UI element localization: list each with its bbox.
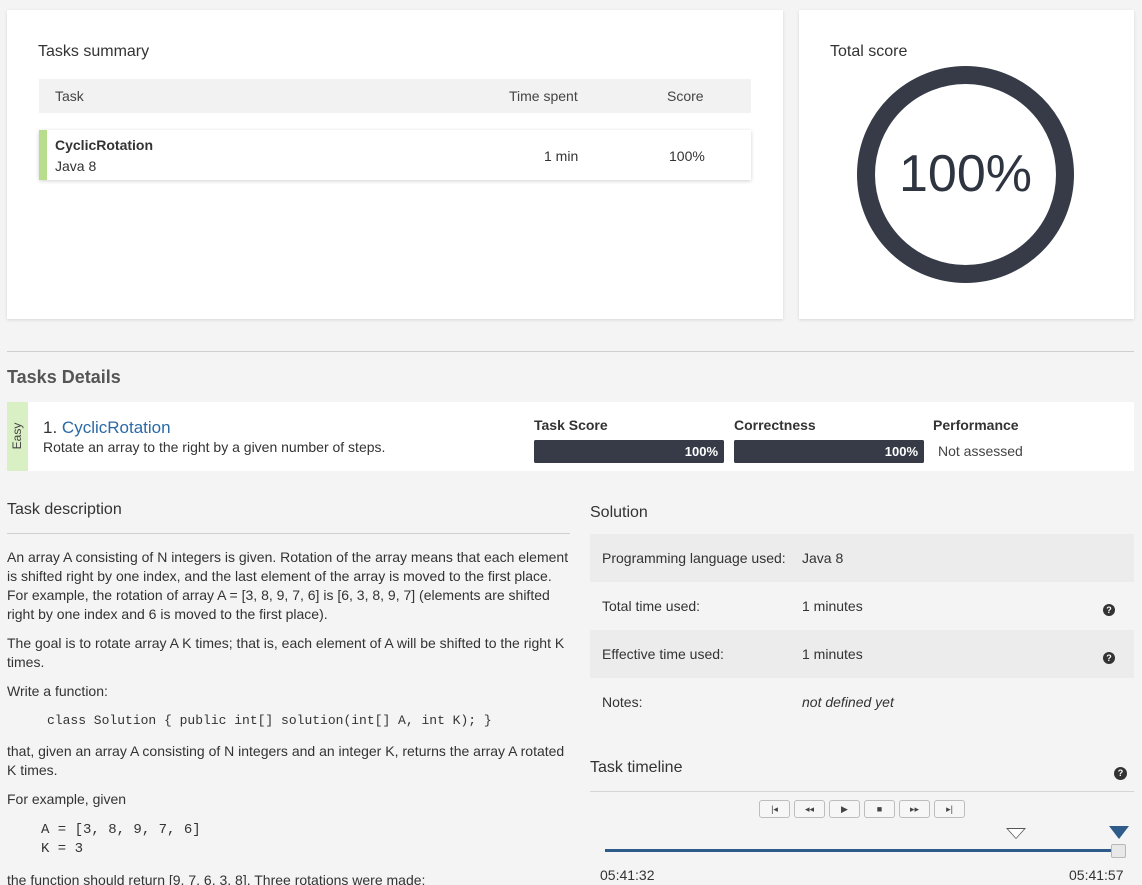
solution-row-language: Programming language used: Java 8 xyxy=(590,534,1134,582)
timeline-track[interactable] xyxy=(605,849,1118,852)
description-paragraph: An array A consisting of N integers is g… xyxy=(7,549,569,622)
solution-row-effective-time: Effective time used: 1 minutes ? xyxy=(590,630,1134,678)
tasks-summary-card: Tasks summary Task Time spent Score Cycl… xyxy=(7,10,783,319)
description-paragraph: The goal is to rotate array A K times; t… xyxy=(7,635,565,670)
header-task: Task xyxy=(55,88,84,104)
summary-task-score: 100% xyxy=(669,148,705,164)
first-frame-button[interactable]: |◂ xyxy=(759,800,790,818)
example-code: A = [3, 8, 9, 7, 6] K = 3 xyxy=(41,822,201,857)
performance-value: Not assessed xyxy=(938,443,1023,459)
solution-panel: Solution Programming language used: Java… xyxy=(590,492,1134,726)
function-signature-code: class Solution { public int[] solution(i… xyxy=(47,713,492,728)
rewind-button[interactable]: ◂◂ xyxy=(794,800,825,818)
task-score-bar: 100% xyxy=(534,440,724,463)
solution-key: Programming language used: xyxy=(602,550,786,566)
timeline-end-time: 05:41:57 xyxy=(1069,867,1124,883)
task-short-description: Rotate an array to the right by a given … xyxy=(43,439,386,455)
solution-value: 1 minutes xyxy=(802,598,863,614)
summary-task-language: Java 8 xyxy=(55,158,97,174)
description-paragraph: For example, given xyxy=(7,791,127,807)
task-number: 1. xyxy=(43,418,58,437)
solution-value: not defined yet xyxy=(802,694,894,710)
fast-forward-button[interactable]: ▸▸ xyxy=(899,800,930,818)
solution-key: Total time used: xyxy=(602,598,701,614)
total-score-value: 100% xyxy=(899,145,1032,203)
description-paragraph: that, given an array A consisting of N i… xyxy=(7,743,565,778)
description-paragraph: the function should return [9, 7, 6, 3, … xyxy=(7,872,426,885)
summary-task-name: CyclicRotation xyxy=(55,137,154,153)
description-paragraph: Write a function: xyxy=(7,683,108,699)
total-score-title: Total score xyxy=(830,43,908,60)
help-icon[interactable]: ? xyxy=(1103,604,1115,616)
timeline-start-time: 05:41:32 xyxy=(600,867,655,883)
help-icon[interactable]: ? xyxy=(1114,767,1127,780)
solution-key: Effective time used: xyxy=(602,646,724,662)
timeline-marker-icon[interactable] xyxy=(1006,828,1026,839)
stop-button[interactable]: ■ xyxy=(864,800,895,818)
tasks-details-title: Tasks Details xyxy=(7,367,121,387)
last-frame-button[interactable]: ▸| xyxy=(934,800,965,818)
task-score-value: 100% xyxy=(684,444,718,459)
difficulty-label: Easy xyxy=(10,422,24,450)
section-divider xyxy=(7,351,1134,352)
timeline-divider xyxy=(590,791,1134,792)
task-detail-row: Easy 1. CyclicRotation Rotate an array t… xyxy=(7,402,1134,471)
solution-key: Notes: xyxy=(602,694,643,710)
total-score-card: Total score 100% xyxy=(799,10,1134,319)
solution-row-notes: Notes: not defined yet xyxy=(590,678,1134,726)
play-button[interactable]: ▶ xyxy=(829,800,860,818)
summary-task-time: 1 min xyxy=(544,148,579,164)
correctness-bar: 100% xyxy=(734,440,924,463)
task-description-panel: Task description An array A consisting o… xyxy=(7,490,570,885)
summary-table-header: Task Time spent Score xyxy=(39,79,751,113)
solution-title: Solution xyxy=(590,504,648,521)
header-score: Score xyxy=(667,88,704,104)
correctness-label: Correctness xyxy=(734,417,816,433)
task-name-link[interactable]: CyclicRotation xyxy=(62,418,171,437)
performance-label: Performance xyxy=(933,417,1019,433)
solution-row-total-time: Total time used: 1 minutes ? xyxy=(590,582,1134,630)
solution-value: 1 minutes xyxy=(802,646,863,662)
task-timeline-title: Task timeline xyxy=(590,759,683,776)
summary-task-row[interactable]: CyclicRotation Java 8 1 min 100% xyxy=(39,130,751,180)
help-icon[interactable]: ? xyxy=(1103,652,1115,664)
timeline-current-marker-icon[interactable] xyxy=(1109,826,1129,839)
difficulty-tag: Easy xyxy=(7,402,28,471)
correctness-value: 100% xyxy=(884,444,918,459)
solution-value: Java 8 xyxy=(802,550,844,566)
task-score-label: Task Score xyxy=(534,417,608,433)
task-heading: 1. CyclicRotation xyxy=(43,418,171,438)
tasks-summary-title: Tasks summary xyxy=(38,43,150,60)
task-description-title: Task description xyxy=(7,490,570,534)
timeline-slider-handle[interactable] xyxy=(1111,844,1126,858)
header-time-spent: Time spent xyxy=(509,88,578,104)
